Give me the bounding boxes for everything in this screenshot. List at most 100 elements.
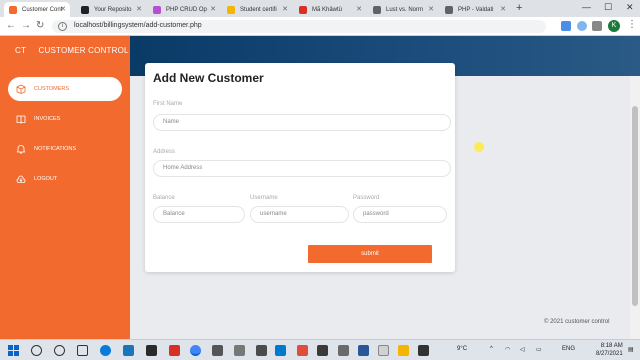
calculator-icon[interactable] (256, 345, 267, 356)
site-info-icon[interactable]: i (58, 22, 67, 31)
browser-tab-1[interactable]: Customer Cont ✕ (4, 2, 70, 17)
footer-copyright: © 2021 customer control (544, 319, 610, 325)
browser-tab-5[interactable]: Mã Khâwtü ✕ (294, 2, 366, 17)
close-icon[interactable]: ✕ (210, 5, 216, 13)
browser-tab-bar: Customer Cont ✕ Your Reposito ✕ PHP CRUD… (0, 0, 640, 17)
app-icon[interactable] (317, 345, 328, 356)
minimize-icon[interactable]: — (582, 2, 591, 12)
extension-icon[interactable] (561, 21, 571, 31)
balance-input[interactable]: Balance (153, 206, 245, 223)
brand: CT CUSTOMER CONTROL (15, 46, 129, 55)
cursor-highlight (474, 142, 484, 152)
browser-tab-2[interactable]: Your Reposito ✕ (76, 2, 146, 17)
weather-temperature[interactable]: 9°C (457, 346, 467, 352)
logout-icon (16, 175, 26, 183)
profile-avatar[interactable]: K (608, 20, 620, 32)
task-view-icon[interactable] (77, 345, 88, 356)
url-text: localhost/billingsystem/add-customer.php (74, 22, 202, 29)
brand-abbr: CT (15, 46, 27, 55)
app-icon[interactable] (418, 345, 429, 356)
sidebar-item-logout[interactable]: LOGOUT (8, 167, 122, 191)
battery-icon[interactable]: ▭ (536, 346, 542, 353)
forward-icon[interactable]: → (21, 20, 31, 31)
notepad-icon[interactable] (378, 345, 389, 356)
app-icon[interactable] (338, 345, 349, 356)
github-icon (81, 6, 89, 14)
first-name-label: First Name (153, 101, 183, 107)
menu-kebab-icon[interactable]: ⋮ (627, 19, 637, 30)
sidebar-item-customers[interactable]: CUSTOMERS (8, 77, 122, 101)
sidebar-item-label: LOGOUT (34, 176, 58, 182)
sidebar-item-notifications[interactable]: NOTIFICATIONS (8, 137, 122, 161)
close-icon[interactable]: ✕ (500, 5, 506, 13)
edge-icon[interactable] (100, 345, 111, 356)
tab-label: PHP - Valdati (458, 6, 494, 13)
reload-icon[interactable]: ↻ (36, 20, 44, 31)
address-bar[interactable]: i localhost/billingsystem/add-customer.p… (52, 20, 546, 33)
username-input[interactable]: username (250, 206, 349, 223)
balance-label: Balance (153, 195, 175, 201)
bell-icon (16, 145, 26, 154)
tab-label: Mã Khâwtü (312, 6, 343, 13)
search-icon[interactable] (31, 345, 42, 356)
sidebar: CT CUSTOMER CONTROL CUSTOMERS INVOICES N… (0, 36, 130, 339)
browser-tab-6[interactable]: Lust vs. Norm ✕ (368, 2, 438, 17)
back-icon[interactable]: ← (6, 20, 16, 31)
tray-arrow-icon[interactable]: ^ (490, 346, 493, 352)
close-icon[interactable]: ✕ (282, 5, 288, 13)
tab-favicon-icon (373, 6, 381, 14)
app-icon[interactable] (234, 345, 245, 356)
window-close-icon[interactable]: ✕ (626, 2, 634, 13)
page-scrollbar[interactable] (630, 76, 640, 339)
cortana-icon[interactable] (54, 345, 65, 356)
notification-icon[interactable]: ▤ (628, 346, 634, 353)
scrollbar-thumb[interactable] (632, 106, 638, 306)
extension-icon[interactable] (577, 21, 587, 31)
chrome-icon[interactable] (190, 345, 201, 356)
clock-date: 8/27/2021 (596, 351, 623, 357)
office-icon[interactable] (169, 345, 180, 356)
close-icon[interactable]: ✕ (60, 5, 66, 13)
tab-favicon-icon (445, 6, 453, 14)
clock[interactable]: 8:18 AM 8/27/2021 (596, 342, 623, 358)
language-indicator[interactable]: ENG (562, 346, 575, 352)
store-icon[interactable] (146, 345, 157, 356)
folder-icon[interactable] (398, 345, 409, 356)
sidebar-item-label: NOTIFICATIONS (34, 146, 77, 152)
close-icon[interactable]: ✕ (136, 5, 142, 13)
submit-button[interactable]: submit (308, 245, 432, 263)
password-input[interactable]: password (353, 206, 447, 223)
first-name-input[interactable]: Name (153, 114, 451, 131)
tab-label: Student certifi (240, 6, 277, 13)
tab-label: PHP CRUD Op (166, 6, 207, 13)
book-icon (16, 115, 26, 124)
mail-icon[interactable] (123, 345, 134, 356)
vscode-icon[interactable] (275, 345, 286, 356)
puzzle-icon[interactable] (592, 21, 602, 31)
settings-icon[interactable] (212, 345, 223, 356)
wifi-icon[interactable]: ◠ (505, 346, 510, 353)
speaker-icon[interactable]: ◁ (520, 346, 525, 353)
sidebar-item-label: CUSTOMERS (34, 86, 70, 92)
tab-favicon-icon (153, 6, 161, 14)
password-label: Password (353, 195, 380, 201)
page-title: Add New Customer (153, 71, 264, 85)
close-icon[interactable]: ✕ (356, 5, 362, 13)
browser-tab-7[interactable]: PHP - Valdati ✕ (440, 2, 510, 17)
maximize-icon[interactable]: ☐ (604, 2, 612, 13)
sidebar-item-invoices[interactable]: INVOICES (8, 107, 122, 131)
browser-tab-3[interactable]: PHP CRUD Op ✕ (148, 2, 220, 17)
gmail-icon (299, 6, 307, 14)
clock-time: 8:18 AM (600, 343, 623, 349)
word-icon[interactable] (358, 345, 369, 356)
address-input[interactable]: Home Address (153, 160, 451, 177)
app-icon[interactable] (297, 345, 308, 356)
close-icon[interactable]: ✕ (428, 5, 434, 13)
tab-favicon-icon (9, 6, 17, 14)
box-icon (16, 84, 26, 94)
new-tab-icon[interactable]: + (516, 2, 522, 14)
sidebar-item-label: INVOICES (34, 116, 61, 122)
windows-start-icon[interactable] (8, 345, 19, 356)
browser-tab-4[interactable]: Student certifi ✕ (222, 2, 292, 17)
address-label: Address (153, 149, 176, 155)
